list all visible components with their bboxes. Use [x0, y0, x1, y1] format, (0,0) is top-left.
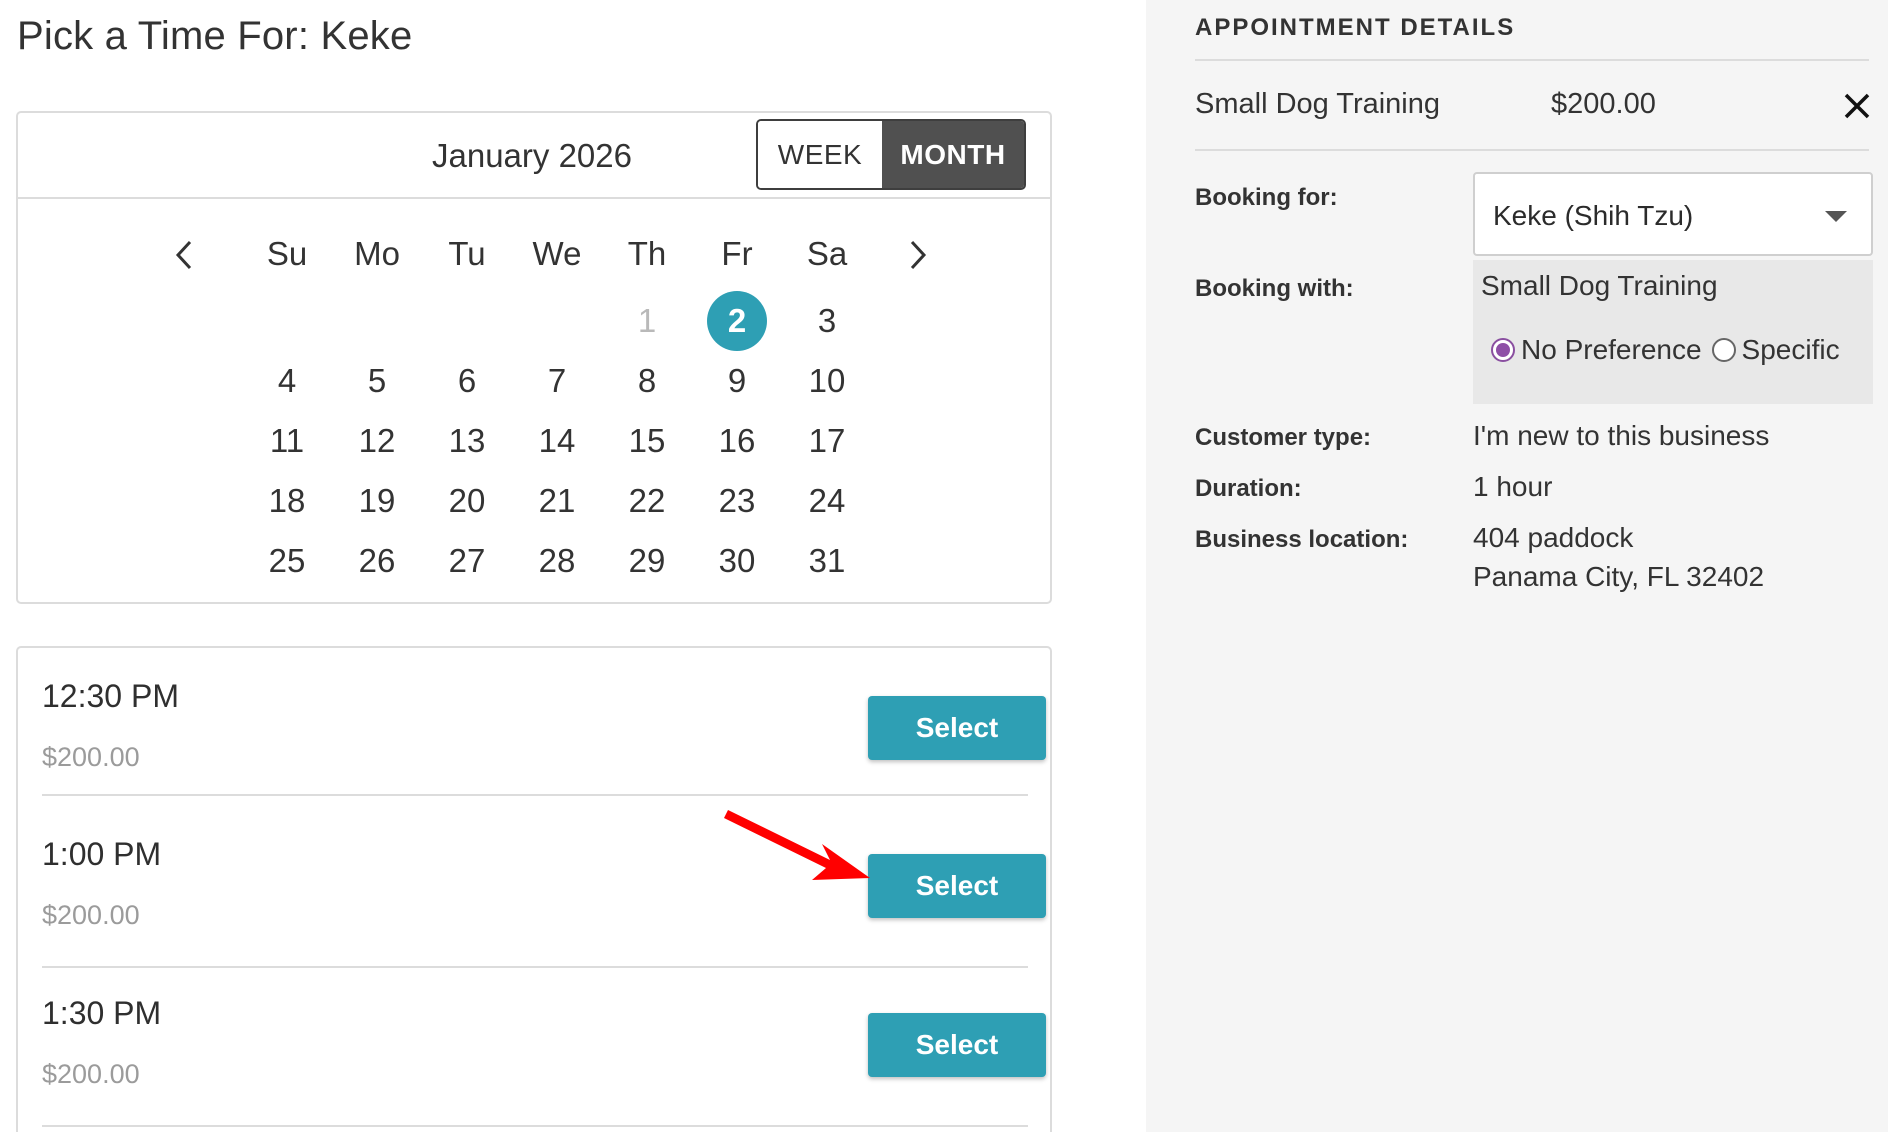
details-heading: APPOINTMENT DETAILS: [1195, 14, 1516, 41]
divider: [1195, 59, 1869, 61]
calendar-day[interactable]: 27: [422, 531, 512, 591]
calendar-day[interactable]: 24: [782, 471, 872, 531]
close-icon[interactable]: [1842, 91, 1872, 121]
weekday-label: We: [532, 235, 582, 272]
booking-with-label: Booking with:: [1195, 275, 1354, 302]
customer-type-value: I'm new to this business: [1473, 420, 1770, 451]
time-picker-pane: Pick a Time For: Keke January 2026 WEEK …: [0, 0, 1146, 1132]
calendar-day[interactable]: 8: [602, 351, 692, 411]
service-price: $200.00: [1551, 88, 1656, 120]
calendar-day[interactable]: 3: [782, 291, 872, 351]
calendar-day[interactable]: 23: [692, 471, 782, 531]
weekday-label: Mo: [354, 235, 400, 272]
month-view-button[interactable]: MONTH: [882, 121, 1024, 188]
customer-type-label: Customer type:: [1195, 424, 1372, 451]
slot-divider: [42, 1125, 1028, 1127]
weekday-label: Su: [266, 235, 308, 272]
calendar-day[interactable]: 13: [422, 411, 512, 471]
booking-with-value: Small Dog Training: [1481, 270, 1718, 301]
calendar-days-grid: 1 2 3 4 5 6 7 8 9 10 11 12 13 14 15 16 17 18 19 20 21 22 23 24 2…: [242, 291, 872, 591]
chevron-left-icon: [175, 240, 192, 270]
calendar-day[interactable]: 18: [242, 471, 332, 531]
calendar-day[interactable]: 21: [512, 471, 602, 531]
location-line-1: 404 paddock: [1473, 522, 1634, 553]
view-toggle: WEEK MONTH: [756, 119, 1026, 190]
caret-down-icon: [1825, 211, 1847, 222]
weekday-label: Th: [627, 235, 667, 272]
prev-month-button[interactable]: [164, 235, 204, 275]
calendar-day[interactable]: 29: [602, 531, 692, 591]
no-preference-radio[interactable]: [1491, 338, 1515, 362]
slot-price: $200.00: [42, 742, 140, 772]
slot-time: 1:30 PM: [42, 995, 162, 1031]
weekday-label: Sa: [806, 235, 848, 272]
calendar-day[interactable]: 17: [782, 411, 872, 471]
calendar-day-selected[interactable]: 2: [692, 291, 782, 351]
calendar-day[interactable]: 9: [692, 351, 782, 411]
calendar-day[interactable]: 4: [242, 351, 332, 411]
select-slot-button[interactable]: Select: [868, 696, 1046, 760]
booking-with-box: Small Dog Training No Preference Specifi…: [1473, 260, 1873, 404]
calendar-day[interactable]: 31: [782, 531, 872, 591]
calendar-day: 1: [637, 302, 657, 339]
specific-radio[interactable]: [1711, 338, 1736, 362]
red-arrow-icon: [724, 810, 870, 880]
weekday-header-row: Su Mo Tu We Th Fr Sa: [242, 235, 872, 275]
location-line-2: Panama City, FL 32402: [1473, 561, 1765, 592]
calendar-month-label: January 2026: [432, 137, 632, 174]
calendar-day[interactable]: 10: [782, 351, 872, 411]
calendar-day[interactable]: 26: [332, 531, 422, 591]
selected-day-label: 2: [707, 291, 767, 351]
preference-radio-group: No Preference Specific: [1491, 334, 1850, 366]
calendar-day[interactable]: 22: [602, 471, 692, 531]
weekday-label: Tu: [448, 235, 486, 272]
calendar-day[interactable]: 6: [422, 351, 512, 411]
chevron-right-icon: [910, 240, 927, 270]
calendar-day[interactable]: 20: [422, 471, 512, 531]
duration-value: 1 hour: [1473, 471, 1553, 502]
service-name: Small Dog Training: [1195, 88, 1440, 120]
select-slot-button[interactable]: Select: [868, 1013, 1046, 1077]
slot-divider: [42, 794, 1028, 796]
calendar-day[interactable]: 15: [602, 411, 692, 471]
week-view-button[interactable]: WEEK: [758, 121, 882, 188]
calendar-day[interactable]: 16: [692, 411, 782, 471]
time-slot: 12:30 PM $200.00 Select: [42, 648, 1046, 806]
booking-page: Pick a Time For: Keke January 2026 WEEK …: [0, 0, 1888, 1132]
slot-price: $200.00: [42, 900, 140, 930]
booking-for-value: Keke (Shih Tzu): [1493, 200, 1694, 231]
next-month-button[interactable]: [898, 235, 938, 275]
slot-price: $200.00: [42, 1059, 140, 1089]
calendar-day[interactable]: 30: [692, 531, 782, 591]
time-slot: 1:30 PM $200.00 Select: [42, 965, 1046, 1123]
time-slot: 1:00 PM $200.00 Select: [42, 806, 1046, 964]
divider: [1195, 149, 1869, 151]
calendar-day[interactable]: 19: [332, 471, 422, 531]
duration-label: Duration:: [1195, 475, 1302, 502]
appointment-details-panel: APPOINTMENT DETAILS Small Dog Training B…: [1146, 0, 1888, 1132]
specific-label[interactable]: Specific: [1742, 334, 1840, 366]
calendar-day[interactable]: 7: [512, 351, 602, 411]
page-title: Pick a Time For: Keke: [17, 14, 413, 58]
calendar-day[interactable]: 11: [242, 411, 332, 471]
calendar-day[interactable]: 25: [242, 531, 332, 591]
no-preference-label[interactable]: No Preference: [1521, 334, 1702, 366]
weekday-label: Fr: [721, 235, 753, 272]
booking-for-select[interactable]: Keke (Shih Tzu): [1473, 172, 1873, 256]
calendar-day[interactable]: 12: [332, 411, 422, 471]
calendar-day[interactable]: 5: [332, 351, 422, 411]
select-slot-button[interactable]: Select: [868, 854, 1046, 918]
calendar-card: January 2026 WEEK MONTH Su Mo Tu We Th F…: [16, 111, 1052, 604]
time-slots-list: 12:30 PM $200.00 Select 1:00 PM $200.00 …: [16, 646, 1052, 1132]
slot-time: 1:00 PM: [42, 836, 162, 872]
booking-for-label: Booking for:: [1195, 184, 1338, 211]
calendar-header: January 2026 WEEK MONTH: [18, 113, 1050, 199]
calendar-day[interactable]: 28: [512, 531, 602, 591]
calendar-day[interactable]: 14: [512, 411, 602, 471]
business-location-label: Business location:: [1195, 526, 1409, 553]
slot-time: 12:30 PM: [42, 678, 179, 714]
